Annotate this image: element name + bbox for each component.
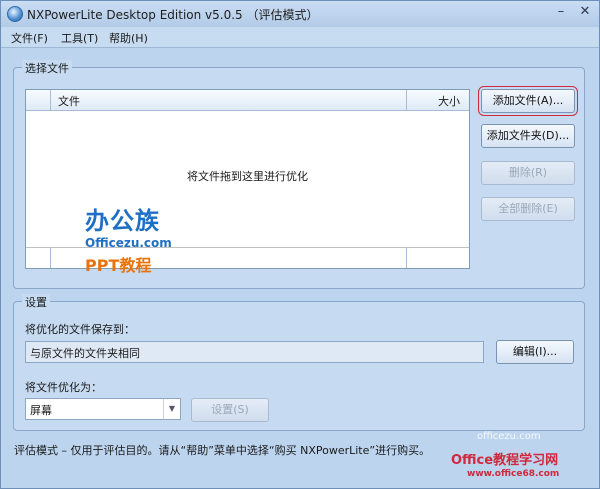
optimize-label: 将文件优化为： <box>25 381 102 394</box>
logo-main-text: 办公族 <box>85 207 160 235</box>
app-logo-icon <box>7 6 23 22</box>
title-bar[interactable]: NXPowerLite Desktop Edition v5.0.5 （评估模式… <box>1 1 599 27</box>
menu-tools[interactable]: 工具(T) <box>61 30 98 46</box>
office68-watermark: officezu.com Office教程学习网 www.office68.co… <box>437 429 599 488</box>
save-location-label: 将优化的文件保存到： <box>25 323 135 336</box>
chevron-down-icon[interactable]: ▼ <box>163 399 180 419</box>
optimize-select-value: 屏幕 <box>30 404 52 417</box>
watermark-corner-top: officezu.com <box>477 431 541 442</box>
window-title: NXPowerLite Desktop Edition v5.0.5 （评估模式… <box>27 8 319 22</box>
delete-button[interactable]: 删除(R) <box>481 161 575 185</box>
settings-group-title: 设置 <box>22 294 50 310</box>
optimize-select[interactable]: 屏幕 ▼ <box>25 398 181 420</box>
delete-all-button[interactable]: 全部删除(E) <box>481 197 575 221</box>
add-folder-button[interactable]: 添加文件夹(D)... <box>481 124 575 148</box>
logo-sub-text: PPT教程 <box>85 256 152 275</box>
officezu-logo: 办公族 Officezu.com PPT教程 <box>85 201 172 276</box>
minimize-button[interactable]: – <box>549 3 573 21</box>
app-window: NXPowerLite Desktop Edition v5.0.5 （评估模式… <box>0 0 600 489</box>
status-bar-text: 评估模式 – 仅用于评估目的。请从“帮助”菜单中选择“购买 NXPowerLit… <box>14 444 431 457</box>
close-button[interactable]: ✕ <box>573 3 597 21</box>
edit-button[interactable]: 编辑(I)... <box>496 340 574 364</box>
logo-site-text: Officezu.com <box>85 236 172 250</box>
watermark-corner-url: www.office68.com <box>467 469 560 479</box>
column-header-size[interactable]: 大小 <box>438 93 460 109</box>
drop-hint: 将文件拖到这里进行优化 <box>187 170 308 183</box>
column-header-file[interactable]: 文件 <box>58 93 80 109</box>
add-file-button[interactable]: 添加文件(A)... <box>478 86 578 116</box>
menu-bar: 文件(F) 工具(T) 帮助(H) <box>1 27 599 48</box>
save-location-field[interactable]: 与原文件的文件夹相同 <box>25 341 484 363</box>
settings-button[interactable]: 设置(S) <box>191 398 269 422</box>
menu-file[interactable]: 文件(F) <box>11 30 48 46</box>
file-list-header: 文件 大小 <box>26 90 469 111</box>
select-files-group-title: 选择文件 <box>22 60 72 76</box>
watermark-corner-title: Office教程学习网 <box>451 453 559 468</box>
menu-help[interactable]: 帮助(H) <box>109 30 148 46</box>
